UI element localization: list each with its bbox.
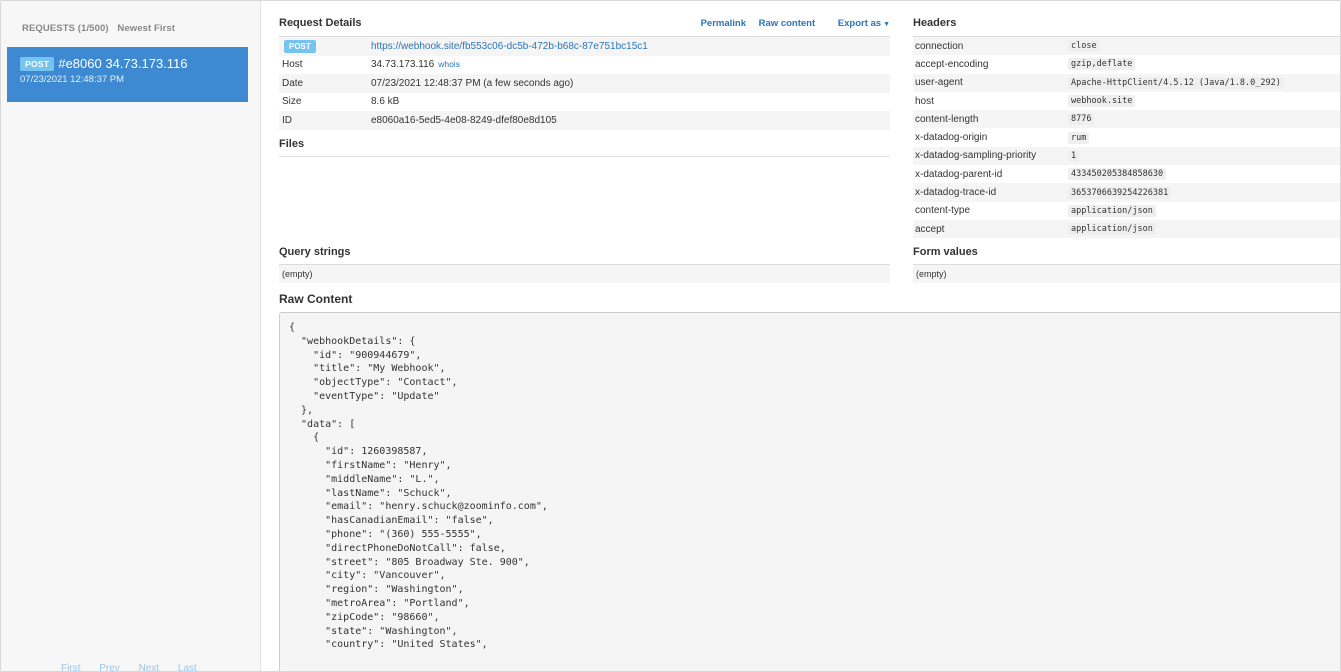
details-row: Size 8.6 kB	[279, 93, 890, 112]
form-values-title: Form values	[913, 246, 978, 258]
pager-last-link[interactable]: Last	[178, 663, 197, 671]
permalink-link[interactable]: Permalink	[701, 18, 746, 29]
header-key: host	[915, 95, 934, 107]
webhook-app: REQUESTS (1/500) Newest First POST #e806…	[0, 0, 1341, 672]
query-strings-empty: (empty)	[279, 265, 890, 283]
request-time: 07/23/2021 12:48:37 PM	[20, 74, 125, 85]
whois-link[interactable]: whois	[438, 59, 460, 69]
query-strings-section: Query strings (empty)	[279, 246, 890, 283]
header-key: x-datadog-sampling-priority	[915, 150, 1037, 162]
header-row: x-datadog-trace-id 3653706639254226381	[913, 183, 1340, 202]
details-actions: Permalink Raw content Export as ▼	[691, 18, 890, 29]
header-row: accept-encoding gzip,deflate	[913, 55, 1340, 73]
header-row: x-datadog-sampling-priority 1	[913, 146, 1340, 166]
header-value: rum	[1068, 131, 1090, 144]
details-row: Date 07/23/2021 12:48:37 PM (a few secon…	[279, 74, 890, 93]
header-value: close	[1068, 40, 1100, 53]
details-value: 8.6 kB	[371, 96, 400, 108]
details-value: 07/23/2021 12:48:37 PM (a few seconds ag…	[371, 77, 574, 89]
header-value: 433450205384858630	[1068, 168, 1167, 181]
details-key: Host	[282, 59, 303, 71]
header-key: accept-encoding	[915, 58, 989, 70]
header-value: application/json	[1068, 204, 1156, 217]
request-details-title: Request Details	[279, 17, 362, 29]
header-value: application/json	[1068, 223, 1156, 236]
header-key: connection	[915, 40, 964, 52]
details-key: Size	[282, 96, 302, 108]
details-table: POST https://webhook.site/fb553c06-dc5b-…	[279, 37, 890, 130]
caret-down-icon: ▼	[883, 20, 890, 28]
header-key: x-datadog-trace-id	[915, 187, 997, 199]
details-key: ID	[282, 114, 292, 126]
raw-content-box[interactable]: { "webhookDetails": { "id": "900944679",…	[279, 312, 1340, 671]
header-key: content-length	[915, 113, 979, 125]
header-value: gzip,deflate	[1068, 58, 1136, 71]
requests-header: REQUESTS (1/500) Newest First	[22, 23, 175, 34]
header-key: accept	[915, 223, 945, 235]
files-title: Files	[279, 138, 305, 150]
header-row: connection close	[913, 37, 1340, 56]
raw-content-title: Raw Content	[279, 292, 353, 306]
headers-table: connection close accept-encoding gzip,defl…	[913, 37, 1340, 239]
pager-prev-link[interactable]: Prev	[99, 663, 120, 671]
header-key: content-type	[915, 205, 971, 217]
form-values-section: Form values (empty)	[913, 246, 1340, 283]
files-section: Files	[279, 138, 890, 157]
header-row: host webhook.site	[913, 92, 1340, 110]
divider	[279, 156, 890, 157]
request-label: #e8060 34.73.173.116	[58, 56, 188, 71]
headers-title: Headers	[913, 17, 957, 29]
details-value: e8060a16-5ed5-4e08-8249-dfef80e8d105	[371, 114, 557, 126]
details-key: Date	[282, 77, 304, 89]
requests-count: REQUESTS (1/500)	[22, 23, 109, 34]
method-badge: POST	[20, 56, 55, 71]
method-badge: POST	[284, 39, 316, 53]
pager-next-link[interactable]: Next	[139, 663, 160, 671]
form-values-empty: (empty)	[913, 265, 1340, 283]
pager-first-link[interactable]: First	[61, 663, 80, 671]
header-value: Apache-HttpClient/4.5.12 (Java/1.8.0_292…	[1068, 76, 1284, 89]
host-value: 34.73.173.116	[371, 59, 435, 71]
header-row: content-length 8776	[913, 110, 1340, 129]
header-row: x-datadog-origin rum	[913, 128, 1340, 146]
request-list-item[interactable]: POST #e8060 34.73.173.116 07/23/2021 12:…	[7, 47, 248, 102]
header-key: x-datadog-origin	[915, 132, 988, 144]
export-dropdown[interactable]: Export as ▼	[828, 18, 890, 29]
header-row: user-agent Apache-HttpClient/4.5.12 (Java…	[913, 73, 1340, 92]
sidebar: REQUESTS (1/500) Newest First POST #e806…	[1, 1, 261, 671]
details-row: Host 34.73.173.116 whois	[279, 56, 890, 75]
raw-content-link[interactable]: Raw content	[759, 18, 815, 29]
header-key: x-datadog-parent-id	[915, 168, 1003, 180]
export-label: Export as	[837, 17, 882, 29]
pager: First Prev Next Last	[61, 663, 213, 671]
header-value: 1	[1068, 149, 1080, 162]
query-strings-title: Query strings	[279, 246, 351, 258]
request-url-link[interactable]: https://webhook.site/fb553c06-dc5b-472b-…	[371, 41, 648, 52]
header-row: x-datadog-parent-id 433450205384858630	[913, 165, 1340, 183]
raw-content-code: { "webhookDetails": { "id": "900944679",…	[289, 322, 548, 651]
header-value: 8776	[1068, 113, 1095, 126]
header-value: webhook.site	[1068, 95, 1136, 108]
request-details-panel: Request Details Permalink Raw content Ex…	[279, 15, 890, 130]
header-row: content-type application/json	[913, 202, 1340, 220]
headers-panel: Headers connection close accept-encoding g…	[913, 15, 1340, 239]
header-key: user-agent	[915, 77, 963, 89]
header-value: 3653706639254226381	[1068, 186, 1172, 199]
sort-order-toggle[interactable]: Newest First	[117, 23, 175, 34]
details-url-row: POST https://webhook.site/fb553c06-dc5b-…	[279, 37, 890, 56]
details-row: ID e8060a16-5ed5-4e08-8249-dfef80e8d105	[279, 111, 890, 130]
header-row: accept application/json	[913, 219, 1340, 239]
